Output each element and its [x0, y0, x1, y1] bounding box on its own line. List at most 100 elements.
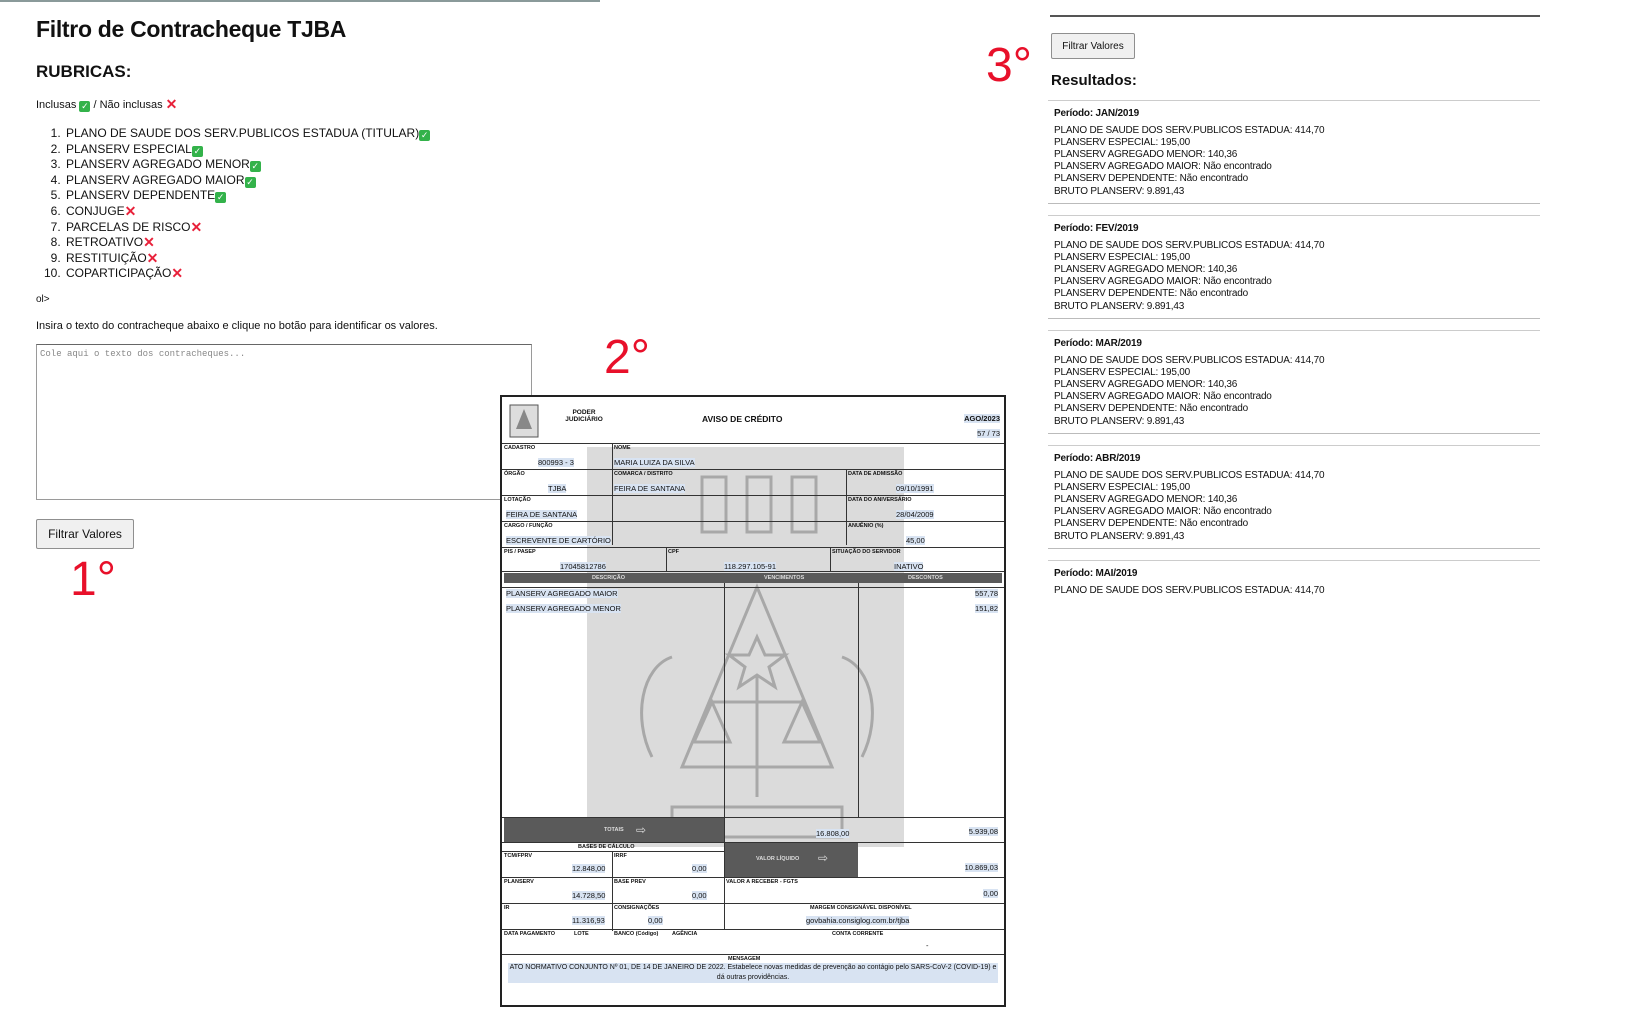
- rubrica-item: PLANSERV ESPECIAL✓: [64, 142, 456, 158]
- label-pis: PIS / PASEP: [504, 549, 536, 555]
- check-icon: ✓: [244, 176, 256, 188]
- rubrica-label: CONJUGE: [66, 203, 125, 218]
- label-cargo: CARGO / FUNÇÃO: [504, 523, 553, 529]
- legend: Inclusas ✓ / Não inclusas ✕: [36, 96, 178, 112]
- result-line: PLANSERV DEPENDENTE: Não encontrado: [1054, 173, 1249, 185]
- value-planserv: 14.728,50: [572, 891, 606, 900]
- label-irrf: IRRF: [614, 853, 627, 859]
- rubrica-label: PARCELAS DE RISCO: [66, 219, 191, 234]
- filter-values-button-top[interactable]: Filtrar Valores: [1051, 33, 1135, 59]
- label-valor-liquido: VALOR LÍQUIDO: [756, 856, 800, 862]
- rubrica-label: RESTITUIÇÃO: [66, 250, 147, 265]
- col-descricao: DESCRIÇÃO: [592, 575, 626, 581]
- paycheck-text-input[interactable]: [36, 344, 532, 500]
- label-baseprev: BASE PREV: [614, 879, 646, 885]
- result-line: PLANO DE SAUDE DOS SERV.PUBLICOS ESTADUA…: [1054, 470, 1325, 482]
- page-title: Filtro de Contracheque TJBA: [36, 16, 347, 42]
- check-icon: ✓: [249, 161, 261, 173]
- label-situacao: SITUAÇÃO DO SERVIDOR: [832, 549, 901, 555]
- result-period: Período: FEV/2019: [1054, 223, 1139, 234]
- result-line: PLANSERV AGREGADO MENOR: 140,36: [1054, 264, 1238, 276]
- cross-icon: ✕: [190, 218, 203, 235]
- label-lote: LOTE: [574, 931, 589, 937]
- check-icon: ✓: [215, 192, 227, 204]
- value-lotacao: FEIRA DE SANTANA: [506, 510, 578, 519]
- results-top-divider: [1050, 15, 1540, 17]
- cross-icon: ✕: [171, 265, 184, 282]
- label-orgao: ÓRGÃO: [504, 471, 525, 477]
- result-line: BRUTO PLANSERV: 9.891,43: [1054, 530, 1185, 542]
- value-consignacoes: 0,00: [648, 916, 663, 925]
- result-line: PLANO DE SAUDE DOS SERV.PUBLICOS ESTADUA…: [1054, 125, 1325, 137]
- value-tcm: 12.848,00: [572, 864, 606, 873]
- result-card: Período: MAI/2019 PLANO DE SAUDE DOS SER…: [1048, 560, 1540, 597]
- label-anuenio: ANUÊNIO (%): [848, 523, 884, 529]
- filter-values-button[interactable]: Filtrar Valores: [36, 519, 134, 549]
- label-bases: BASES DE CÁLCULO: [578, 844, 635, 850]
- rubrica-label: PLANO DE SAUDE DOS SERV.PUBLICOS ESTADUA…: [66, 126, 420, 140]
- check-icon: ✓: [419, 130, 431, 141]
- cross-icon: ✕: [165, 96, 178, 112]
- result-line: PLANSERV DEPENDENTE: Não encontrado: [1054, 403, 1249, 415]
- result-line: PLANO DE SAUDE DOS SERV.PUBLICOS ESTADUA…: [1054, 585, 1325, 597]
- result-period: Período: MAR/2019: [1054, 338, 1142, 349]
- label-valor-receber: VALOR A RECEBER - FGTS: [726, 879, 798, 885]
- label-totais: TOTAIS: [604, 827, 624, 833]
- label-ir: IR: [504, 905, 510, 911]
- state-emblem-icon: [509, 404, 539, 438]
- check-icon: ✓: [79, 101, 91, 112]
- cross-icon: ✕: [143, 234, 155, 251]
- result-period: Período: MAI/2019: [1054, 568, 1138, 579]
- item-desconto: 557,78: [975, 589, 998, 598]
- result-line: PLANSERV ESPECIAL: 195,00: [1054, 367, 1191, 379]
- label-cadastro: CADASTRO: [504, 445, 536, 451]
- label-lotacao: LOTAÇÃO: [504, 497, 531, 503]
- top-divider: [0, 0, 600, 2]
- rubrica-item: CONJUGE✕: [64, 204, 456, 220]
- result-line: PLANSERV AGREGADO MAIOR: Não encontrado: [1054, 391, 1272, 403]
- value-cadastro: 800993 - 3: [538, 458, 574, 467]
- rubrica-label: RETROATIVO: [66, 235, 144, 250]
- payslip-document: PODER JUDICIÁRIO AVISO DE CRÉDITO AGO/20…: [500, 395, 1006, 1007]
- result-line: BRUTO PLANSERV: 9.891,43: [1054, 415, 1185, 427]
- mensagem-text: ATO NORMATIVO CONJUNTO Nº 01, DE 14 DE J…: [508, 963, 998, 983]
- result-period: Período: ABR/2019: [1054, 453, 1141, 464]
- label-agencia: AGÊNCIA: [672, 931, 698, 937]
- label-consignacoes: CONSIGNAÇÕES: [614, 905, 660, 911]
- results-list: Período: JAN/2019 PLANO DE SAUDE DOS SER…: [1048, 100, 1540, 597]
- value-ir: 11.316,93: [572, 916, 605, 925]
- rubrica-label: PLANSERV DEPENDENTE: [66, 188, 216, 203]
- label-margem: MARGEM CONSIGNÁVEL DISPONÍVEL: [810, 905, 912, 911]
- result-line: PLANSERV AGREGADO MAIOR: Não encontrado: [1054, 276, 1272, 288]
- arrow-right-icon: ⇨: [636, 823, 647, 837]
- result-line: BRUTO PLANSERV: 9.891,43: [1054, 300, 1185, 312]
- result-line: PLANSERV AGREGADO MENOR: 140,36: [1054, 379, 1238, 391]
- rubrica-label: PLANSERV ESPECIAL: [66, 141, 192, 156]
- col-vencimentos: VENCIMENTOS: [764, 575, 805, 581]
- result-line: PLANSERV DEPENDENTE: Não encontrado: [1054, 518, 1249, 530]
- cross-icon: ✕: [146, 249, 159, 266]
- rubrica-label: PLANSERV AGREGADO MAIOR: [66, 172, 245, 187]
- rubrica-item: RESTITUIÇÃO✕: [64, 251, 456, 267]
- stray-text: ol>: [36, 294, 50, 305]
- item-desc: PLANSERV AGREGADO MAIOR: [506, 589, 618, 598]
- label-data-pagamento: DATA PAGAMENTO: [504, 931, 556, 937]
- arrow-right-icon: ⇨: [818, 851, 829, 865]
- total-descontos: 5.939,08: [968, 827, 998, 836]
- value-data-aniversario: 28/04/2009: [896, 510, 934, 519]
- result-line: PLANSERV ESPECIAL: 195,00: [1054, 482, 1191, 494]
- legend-nao-inclusas: / Não inclusas: [93, 99, 163, 111]
- result-line: PLANO DE SAUDE DOS SERV.PUBLICOS ESTADUA…: [1054, 240, 1325, 252]
- legend-inclusas: Inclusas: [36, 99, 77, 111]
- label-nome: NOME: [614, 445, 631, 451]
- value-anuenio: 45,00: [906, 536, 925, 545]
- step-3-annotation: 3°: [986, 39, 1032, 92]
- instructions-text: Insira o texto do contracheque abaixo e …: [36, 320, 438, 332]
- valor-liquido: 10.869,03: [964, 863, 998, 872]
- page-counter: 57 / 73: [977, 429, 1000, 438]
- rubrica-item: COPARTICIPAÇÃO✕: [64, 266, 456, 282]
- result-line: BRUTO PLANSERV: 9.891,43: [1054, 185, 1185, 197]
- label-data-aniversario: DATA DO ANIVERSÁRIO: [848, 497, 912, 503]
- rubrica-item: PLANSERV AGREGADO MENOR✓: [64, 157, 456, 173]
- label-comarca: COMARCA / DISTRITO: [614, 471, 673, 477]
